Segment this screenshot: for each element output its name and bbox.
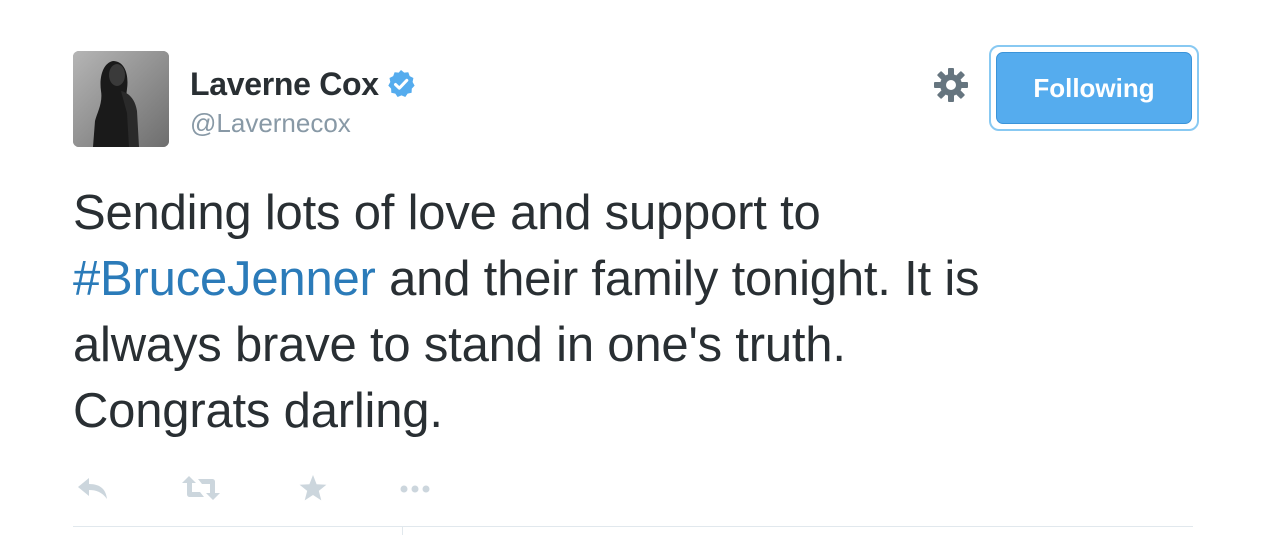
- retweet-icon[interactable]: [180, 474, 222, 502]
- tweet-text-line4: Congrats darling.: [73, 384, 443, 438]
- tweet-card: Laverne Cox @Lavernecox Following Sendin…: [0, 0, 1263, 535]
- favorite-icon[interactable]: [298, 474, 328, 502]
- display-name[interactable]: Laverne Cox: [190, 66, 379, 103]
- name-row: Laverne Cox: [190, 64, 417, 104]
- following-button[interactable]: Following: [996, 52, 1192, 124]
- tweet-text-line2: and their family tonight. It is: [375, 252, 980, 306]
- tweet-text-line1: Sending lots of love and support to: [73, 186, 821, 240]
- gear-icon[interactable]: [932, 66, 970, 104]
- avatar-photo: [73, 51, 169, 147]
- user-handle[interactable]: @Lavernecox: [190, 108, 417, 139]
- verified-badge-icon: [385, 68, 417, 100]
- user-info: Laverne Cox @Lavernecox: [190, 64, 417, 139]
- avatar[interactable]: [73, 51, 169, 147]
- hashtag-link[interactable]: #BruceJenner: [73, 252, 376, 306]
- reply-icon[interactable]: [76, 474, 110, 502]
- tweet-text-line3: always brave to stand in one's truth.: [73, 318, 846, 372]
- tweet-actions: [73, 470, 432, 506]
- tweet-text: Sending lots of love and support to #Bruc…: [73, 180, 1213, 444]
- divider-tick: [402, 527, 403, 535]
- divider: [73, 526, 1193, 527]
- more-icon[interactable]: [398, 474, 432, 502]
